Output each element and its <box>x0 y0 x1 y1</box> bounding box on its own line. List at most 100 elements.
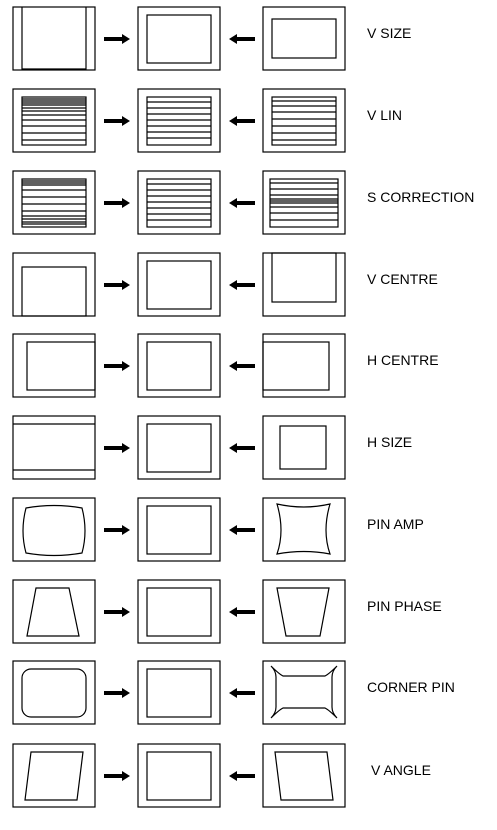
row-h-centre <box>12 333 346 398</box>
label-h-size: H SIZE <box>367 434 413 450</box>
screen-frame <box>137 579 221 644</box>
row-v-centre <box>12 252 346 317</box>
screen-frame <box>137 743 221 808</box>
screen-frame <box>262 333 346 398</box>
arrow-left-icon <box>229 198 255 208</box>
picture-area <box>21 266 87 317</box>
flared-picture <box>270 665 338 719</box>
arrow-right-icon <box>104 443 130 453</box>
arrow-right-icon <box>104 361 130 371</box>
picture-area <box>146 505 212 555</box>
picture-area <box>26 341 96 391</box>
arrow-left-icon <box>229 361 255 371</box>
arrow-left-icon <box>229 280 255 290</box>
picture-area <box>271 96 337 146</box>
skewed-picture <box>274 751 334 801</box>
after-screen <box>262 743 346 808</box>
label-h-centre: H CENTRE <box>367 352 439 368</box>
before-screen <box>12 660 96 725</box>
screen-frame <box>262 6 346 71</box>
before-screen <box>12 6 96 71</box>
arrow-right-icon <box>104 34 130 44</box>
before-screen <box>12 88 96 153</box>
correct-screen <box>137 88 221 153</box>
after-screen <box>262 88 346 153</box>
arrow-right-icon <box>104 525 130 535</box>
label-pin-phase: PIN PHASE <box>367 598 442 614</box>
arrow-right-icon <box>104 688 130 698</box>
correct-screen <box>137 415 221 480</box>
row-corner-pin <box>12 660 346 725</box>
row-v-angle <box>12 743 346 808</box>
label-v-lin: V LIN <box>367 107 403 123</box>
screen-frame <box>12 333 96 398</box>
after-screen <box>262 660 346 725</box>
barrel-picture <box>22 504 86 557</box>
screen-frame <box>137 333 221 398</box>
row-v-lin <box>12 88 346 153</box>
picture-area <box>262 341 330 391</box>
before-screen <box>12 252 96 317</box>
picture-area <box>146 587 212 637</box>
screen-frame <box>12 579 96 644</box>
arrow-right-icon <box>104 280 130 290</box>
label-v-centre: V CENTRE <box>367 271 438 287</box>
correct-screen <box>137 170 221 235</box>
arrow-left-icon <box>229 443 255 453</box>
picture-area <box>271 252 337 303</box>
screen-frame <box>262 579 346 644</box>
row-v-size <box>12 6 346 71</box>
picture-area <box>21 178 87 228</box>
arrow-left-icon <box>229 607 255 617</box>
row-pin-phase <box>12 579 346 644</box>
picture-area <box>146 260 212 310</box>
picture-area <box>271 18 337 59</box>
label-v-size: V SIZE <box>367 25 412 41</box>
screen-frame <box>262 252 346 317</box>
arrow-right-icon <box>104 198 130 208</box>
label-s-correction: S CORRECTION <box>367 189 475 205</box>
before-screen <box>12 743 96 808</box>
screen-frame <box>12 252 96 317</box>
arrow-left-icon <box>229 34 255 44</box>
rounded-picture <box>21 668 87 718</box>
trapezoid-picture <box>26 587 80 637</box>
after-screen <box>262 6 346 71</box>
arrow-left-icon <box>229 688 255 698</box>
arrow-left-icon <box>229 771 255 781</box>
row-s-correction <box>12 170 346 235</box>
after-screen <box>262 252 346 317</box>
picture-area <box>146 751 212 801</box>
screen-frame <box>137 660 221 725</box>
adjustment-diagram <box>12 6 346 808</box>
label-pin-amp: PIN AMP <box>367 516 424 532</box>
correct-screen <box>137 660 221 725</box>
picture-area <box>146 668 212 718</box>
picture-area <box>146 14 212 64</box>
arrow-left-icon <box>229 116 255 126</box>
picture-area <box>146 423 212 473</box>
correct-screen <box>137 333 221 398</box>
screen-frame <box>12 6 96 71</box>
label-v-angle: V ANGLE <box>371 762 431 778</box>
before-screen <box>12 170 96 235</box>
correct-screen <box>137 579 221 644</box>
before-screen <box>12 333 96 398</box>
row-h-size <box>12 415 346 480</box>
after-screen <box>262 497 346 562</box>
label-corner-pin: CORNER PIN <box>367 679 455 695</box>
before-screen <box>12 579 96 644</box>
correct-screen <box>137 6 221 71</box>
arrow-left-icon <box>229 525 255 535</box>
screen-frame <box>137 6 221 71</box>
after-screen <box>262 333 346 398</box>
trapezoid-picture <box>276 587 330 637</box>
arrow-right-icon <box>104 607 130 617</box>
correct-screen <box>137 497 221 562</box>
row-pin-amp <box>12 497 346 562</box>
screen-frame <box>137 497 221 562</box>
before-screen <box>12 497 96 562</box>
screen-frame <box>262 88 346 153</box>
after-screen <box>262 170 346 235</box>
after-screen <box>262 415 346 480</box>
